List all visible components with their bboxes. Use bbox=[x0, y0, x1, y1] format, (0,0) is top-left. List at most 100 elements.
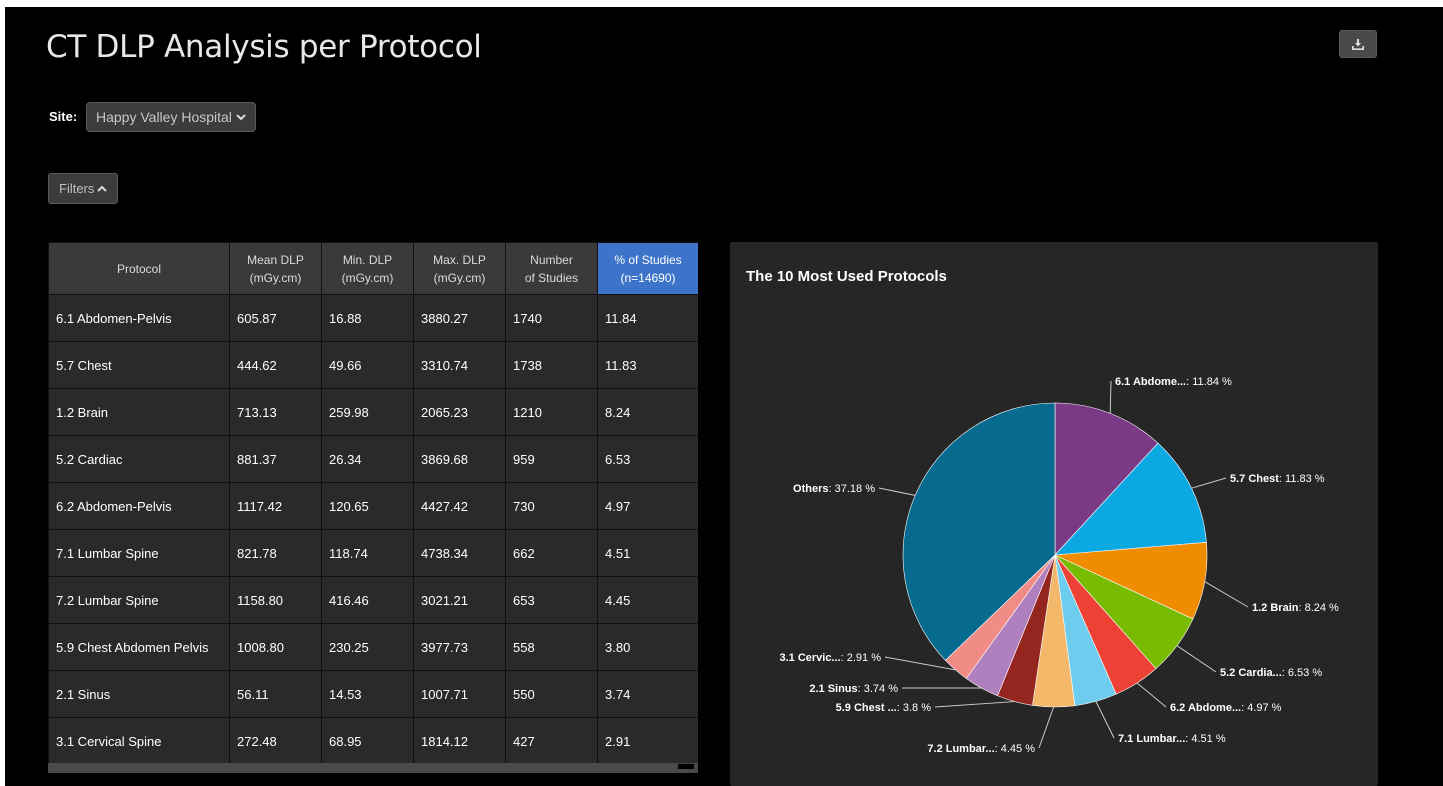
cell-protocol: 3.1 Cervical Spine bbox=[48, 717, 230, 765]
chart-panel: The 10 Most Used Protocols 6.1 Abdome...… bbox=[730, 242, 1378, 786]
cell-percent-of-studies: 4.51 bbox=[597, 529, 698, 577]
cell-min-dlp: 230.25 bbox=[321, 623, 414, 671]
cell-min-dlp: 416.46 bbox=[321, 576, 414, 624]
pie-data-label: 1.2 Brain: 8.24 % bbox=[1252, 602, 1339, 614]
cell-max-dlp: 3310.74 bbox=[413, 341, 506, 389]
header-line: Number bbox=[530, 252, 573, 267]
cell-mean-dlp: 1008.80 bbox=[229, 623, 322, 671]
table-row[interactable]: 6.2 Abdomen-Pelvis 1117.42 120.65 4427.42 73… bbox=[48, 482, 698, 530]
cell-protocol: 5.7 Chest bbox=[48, 341, 230, 389]
cell-max-dlp: 4427.42 bbox=[413, 482, 506, 530]
pie-data-label: 6.1 Abdome...: 11.84 % bbox=[1115, 376, 1232, 388]
site-label: Site: bbox=[49, 109, 78, 124]
pie-connector-line bbox=[1038, 706, 1055, 749]
site-select-value: Happy Valley Hospital bbox=[96, 109, 232, 125]
column-header-mean-dlp[interactable]: Mean DLP (mGy.cm) bbox=[229, 242, 322, 295]
table-row[interactable]: 3.1 Cervical Spine 272.48 68.95 1814.12 427 2… bbox=[48, 717, 698, 765]
table-row[interactable]: 7.1 Lumbar Spine 821.78 118.74 4738.34 662 4.… bbox=[48, 529, 698, 577]
cell-percent-of-studies: 11.84 bbox=[597, 294, 698, 342]
cell-number-of-studies: 550 bbox=[505, 670, 598, 718]
cell-protocol: 1.2 Brain bbox=[48, 388, 230, 436]
header-unit: (mGy.cm) bbox=[433, 270, 486, 285]
cell-min-dlp: 26.34 bbox=[321, 435, 414, 483]
protocol-table-container: Protocol Mean DLP (mGy.cm) Min. DLP (mGy.c… bbox=[48, 242, 698, 786]
table-row[interactable]: 5.7 Chest 444.62 49.66 3310.74 1738 11.83 bbox=[48, 341, 698, 389]
protocol-table: Protocol Mean DLP (mGy.cm) Min. DLP (mGy.c… bbox=[48, 242, 698, 765]
column-header-min-dlp[interactable]: Min. DLP (mGy.cm) bbox=[321, 242, 414, 295]
cell-max-dlp: 4738.34 bbox=[413, 529, 506, 577]
header-line: Max. DLP bbox=[433, 252, 486, 267]
pie-connector-line bbox=[1176, 645, 1217, 673]
cell-number-of-studies: 730 bbox=[505, 482, 598, 530]
cell-mean-dlp: 272.48 bbox=[229, 717, 322, 765]
cell-protocol: 2.1 Sinus bbox=[48, 670, 230, 718]
column-header-protocol[interactable]: Protocol bbox=[48, 242, 230, 295]
cell-percent-of-studies: 3.74 bbox=[597, 670, 698, 718]
cell-mean-dlp: 881.37 bbox=[229, 435, 322, 483]
horizontal-scrollbar[interactable] bbox=[48, 763, 698, 773]
cell-percent-of-studies: 4.45 bbox=[597, 576, 698, 624]
cell-max-dlp: 3869.68 bbox=[413, 435, 506, 483]
header-unit: of Studies bbox=[524, 270, 579, 285]
cell-number-of-studies: 662 bbox=[505, 529, 598, 577]
cell-min-dlp: 118.74 bbox=[321, 529, 414, 577]
cell-protocol: 6.1 Abdomen-Pelvis bbox=[48, 294, 230, 342]
header-line: Mean DLP bbox=[247, 252, 304, 267]
cell-protocol: 5.2 Cardiac bbox=[48, 435, 230, 483]
cell-protocol: 6.2 Abdomen-Pelvis bbox=[48, 482, 230, 530]
cell-min-dlp: 16.88 bbox=[321, 294, 414, 342]
column-header-max-dlp[interactable]: Max. DLP (mGy.cm) bbox=[413, 242, 506, 295]
page-title: CT DLP Analysis per Protocol bbox=[46, 29, 482, 65]
pie-connector-line bbox=[1136, 682, 1167, 708]
chevron-down-icon bbox=[236, 114, 246, 121]
table-row[interactable]: 7.2 Lumbar Spine 1158.80 416.46 3021.21 653 4… bbox=[48, 576, 698, 624]
cell-max-dlp: 2065.23 bbox=[413, 388, 506, 436]
cell-number-of-studies: 427 bbox=[505, 717, 598, 765]
cell-protocol: 7.1 Lumbar Spine bbox=[48, 529, 230, 577]
cell-protocol: 5.9 Chest Abdomen Pelvis bbox=[48, 623, 230, 671]
table-header-row: Protocol Mean DLP (mGy.cm) Min. DLP (mGy.c… bbox=[48, 242, 698, 295]
column-header-percent-of-studies[interactable]: % of Studies (n=14690) bbox=[597, 242, 698, 295]
pie-data-label: 7.1 Lumbar...: 4.51 % bbox=[1118, 733, 1226, 745]
pie-data-label: 7.2 Lumbar...: 4.45 % bbox=[927, 743, 1035, 755]
pie-data-label: 2.1 Sinus: 3.74 % bbox=[809, 683, 898, 695]
export-button[interactable] bbox=[1339, 30, 1377, 58]
table-row[interactable]: 2.1 Sinus 56.11 14.53 1007.71 550 3.74 bbox=[48, 670, 698, 718]
cell-min-dlp: 68.95 bbox=[321, 717, 414, 765]
cell-number-of-studies: 1740 bbox=[505, 294, 598, 342]
cell-min-dlp: 120.65 bbox=[321, 482, 414, 530]
table-row[interactable]: 5.9 Chest Abdomen Pelvis 1008.80 230.25 397… bbox=[48, 623, 698, 671]
cell-number-of-studies: 653 bbox=[505, 576, 598, 624]
cell-max-dlp: 3021.21 bbox=[413, 576, 506, 624]
site-select[interactable]: Happy Valley Hospital bbox=[86, 102, 256, 132]
cell-percent-of-studies: 6.53 bbox=[597, 435, 698, 483]
header-unit: (mGy.cm) bbox=[249, 270, 302, 285]
cell-max-dlp: 3880.27 bbox=[413, 294, 506, 342]
column-header-number-of-studies[interactable]: Number of Studies bbox=[505, 242, 598, 295]
pie-data-label: 6.2 Abdome...: 4.97 % bbox=[1170, 702, 1282, 714]
cell-max-dlp: 1814.12 bbox=[413, 717, 506, 765]
cell-percent-of-studies: 8.24 bbox=[597, 388, 698, 436]
cell-mean-dlp: 444.62 bbox=[229, 341, 322, 389]
filters-toggle-button[interactable]: Filters bbox=[48, 173, 119, 204]
header-unit: (mGy.cm) bbox=[341, 270, 394, 285]
cell-number-of-studies: 959 bbox=[505, 435, 598, 483]
cell-min-dlp: 49.66 bbox=[321, 341, 414, 389]
cell-number-of-studies: 1210 bbox=[505, 388, 598, 436]
cell-percent-of-studies: 3.80 bbox=[597, 623, 698, 671]
filters-label: Filters bbox=[59, 181, 95, 196]
cell-mean-dlp: 56.11 bbox=[229, 670, 322, 718]
cell-max-dlp: 1007.71 bbox=[413, 670, 506, 718]
cell-mean-dlp: 1158.80 bbox=[229, 576, 322, 624]
table-row[interactable]: 6.1 Abdomen-Pelvis 605.87 16.88 3880.27 1740… bbox=[48, 294, 698, 342]
pie-connector-line bbox=[1191, 477, 1227, 489]
cell-percent-of-studies: 11.83 bbox=[597, 341, 698, 389]
cell-number-of-studies: 558 bbox=[505, 623, 598, 671]
cell-percent-of-studies: 2.91 bbox=[597, 717, 698, 765]
header-line: % of Studies bbox=[614, 252, 682, 267]
table-row[interactable]: 5.2 Cardiac 881.37 26.34 3869.68 959 6.53 bbox=[48, 435, 698, 483]
chevron-up-icon bbox=[97, 185, 108, 192]
table-row[interactable]: 1.2 Brain 713.13 259.98 2065.23 1210 8.24 bbox=[48, 388, 698, 436]
scrollbar-thumb[interactable] bbox=[678, 764, 694, 769]
pie-data-label: Others: 37.18 % bbox=[793, 483, 875, 495]
